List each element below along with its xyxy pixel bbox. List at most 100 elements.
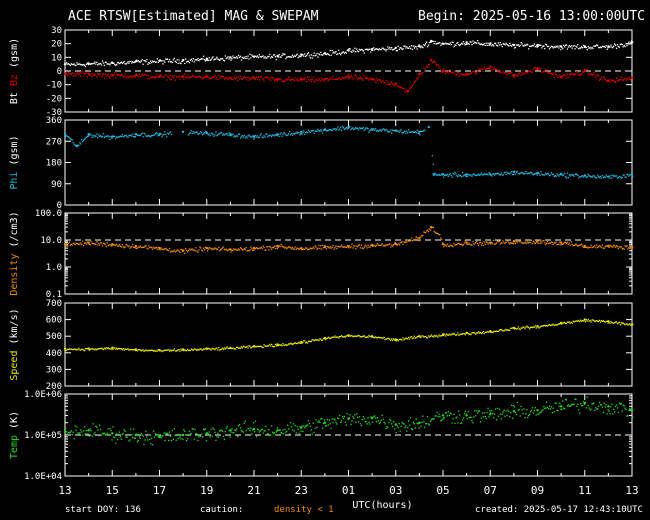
speed-point bbox=[587, 318, 589, 321]
speed-point bbox=[412, 337, 415, 339]
mag-point bbox=[174, 79, 176, 81]
mag-point bbox=[355, 51, 357, 53]
temp-point bbox=[608, 410, 610, 412]
temp-point bbox=[186, 440, 188, 442]
mag-point bbox=[158, 76, 160, 78]
phi-point bbox=[205, 131, 208, 133]
temp-point bbox=[542, 409, 544, 411]
temp-point bbox=[461, 419, 464, 421]
mag-point bbox=[188, 62, 191, 64]
mag-point bbox=[309, 79, 312, 81]
mag-point bbox=[581, 73, 583, 75]
temp-point bbox=[75, 429, 77, 432]
density-point bbox=[540, 240, 542, 243]
mag-point bbox=[284, 80, 286, 82]
phi-point bbox=[499, 174, 501, 176]
density-frame bbox=[64, 212, 633, 295]
temp-point bbox=[438, 413, 440, 415]
density-point bbox=[467, 243, 469, 245]
phi-point bbox=[578, 177, 580, 179]
mag-point bbox=[217, 78, 219, 81]
mag-point bbox=[509, 42, 511, 45]
speed-point bbox=[112, 348, 114, 351]
temp-point bbox=[586, 396, 588, 398]
mag-point bbox=[293, 79, 295, 82]
temp-point bbox=[251, 433, 253, 435]
temp-point bbox=[555, 402, 557, 404]
temp-point bbox=[233, 432, 235, 434]
mag-point bbox=[300, 77, 302, 79]
temp-point bbox=[443, 417, 446, 419]
mag-point bbox=[102, 72, 105, 75]
phi-point bbox=[169, 131, 172, 133]
mag-point bbox=[232, 55, 234, 57]
density-point bbox=[106, 242, 108, 244]
density-point bbox=[401, 240, 403, 243]
speed-point bbox=[523, 326, 525, 328]
density-point bbox=[448, 245, 450, 248]
speed-point bbox=[629, 323, 631, 325]
density-point bbox=[593, 246, 595, 248]
temp-point bbox=[550, 406, 552, 408]
mag-point bbox=[421, 45, 423, 47]
speed-point bbox=[178, 349, 180, 351]
mag-point bbox=[294, 55, 296, 58]
mag-point bbox=[72, 75, 74, 77]
density-point bbox=[352, 247, 354, 249]
density-point bbox=[145, 245, 147, 247]
temp-point bbox=[350, 423, 352, 426]
density-point bbox=[253, 249, 255, 251]
density-point bbox=[478, 244, 480, 246]
speed-point bbox=[598, 319, 601, 322]
mag-point bbox=[238, 78, 241, 80]
density-point bbox=[375, 244, 378, 246]
temp-point bbox=[304, 427, 306, 429]
temp-point bbox=[167, 432, 169, 434]
density-point bbox=[89, 244, 91, 246]
density-point bbox=[471, 244, 473, 246]
speed-point bbox=[395, 340, 397, 342]
density-point bbox=[151, 248, 154, 250]
density-point bbox=[68, 241, 71, 243]
mag-point bbox=[626, 45, 628, 47]
mag-point bbox=[560, 48, 562, 51]
mag-point bbox=[353, 50, 355, 52]
mag-point bbox=[502, 70, 504, 72]
temp-point bbox=[403, 423, 405, 425]
density-point bbox=[480, 244, 483, 246]
phi-point bbox=[550, 172, 552, 174]
mag-point bbox=[463, 43, 466, 45]
temp-point bbox=[249, 430, 251, 432]
phi-point bbox=[357, 129, 360, 131]
temp-point bbox=[205, 432, 208, 435]
mag-point bbox=[577, 44, 579, 46]
temp-point bbox=[505, 410, 507, 412]
density-point bbox=[564, 241, 567, 243]
temp-point bbox=[127, 433, 129, 436]
mag-point bbox=[410, 86, 413, 89]
density-point bbox=[477, 243, 479, 245]
speed-point bbox=[516, 328, 518, 330]
mag-point bbox=[427, 44, 430, 46]
mag-point bbox=[297, 56, 299, 59]
density-point bbox=[155, 246, 157, 249]
mag-point bbox=[281, 54, 283, 56]
density-point bbox=[139, 245, 141, 247]
temp-point bbox=[609, 413, 611, 415]
phi-point bbox=[241, 135, 243, 137]
mag-point bbox=[301, 80, 303, 82]
temp-point bbox=[487, 407, 489, 409]
phi-point bbox=[493, 173, 495, 175]
mag-point bbox=[262, 78, 264, 80]
speed-point bbox=[306, 342, 309, 344]
temp-point bbox=[557, 410, 559, 412]
phi-point bbox=[380, 130, 382, 132]
temp-point bbox=[405, 425, 407, 427]
temp-point bbox=[541, 410, 543, 412]
mag-point bbox=[236, 56, 238, 58]
speed-point bbox=[579, 321, 581, 323]
mag-point bbox=[413, 47, 415, 49]
phi-point bbox=[461, 176, 463, 178]
speed-point bbox=[235, 348, 237, 350]
mag-point bbox=[487, 42, 489, 44]
